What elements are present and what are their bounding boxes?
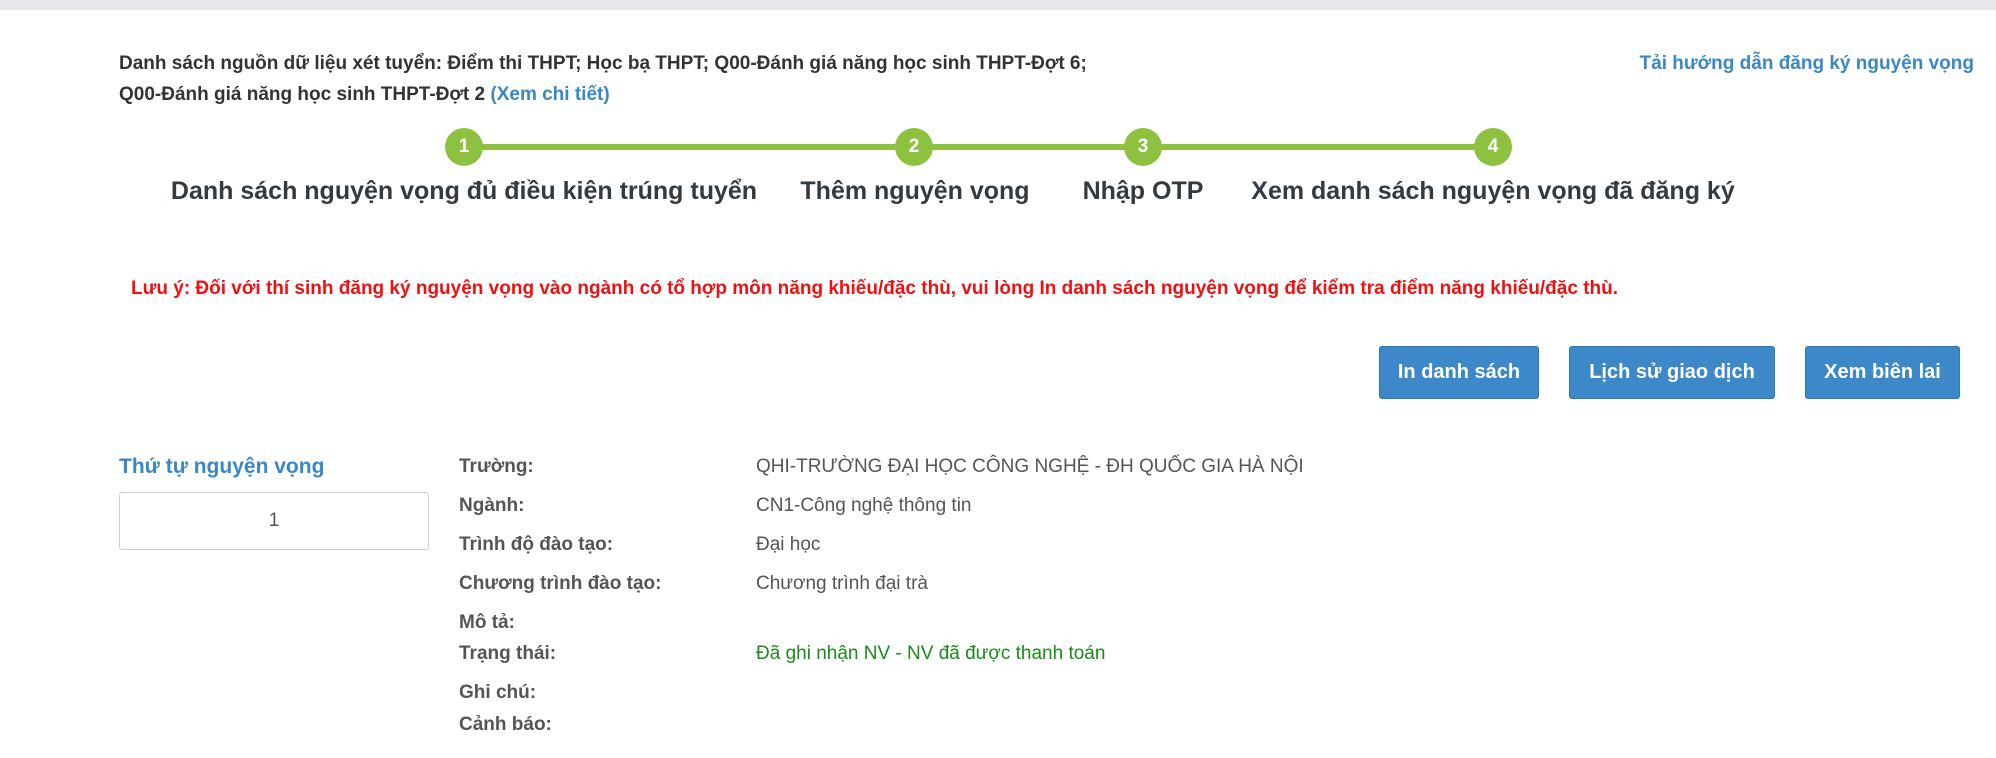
note-label: Ghi chú: — [459, 682, 537, 703]
stepper-progress-line — [464, 144, 1493, 150]
step-1-label: Danh sách nguyện vọng đủ điều kiện trúng… — [170, 177, 758, 205]
step-2-label: Thêm nguyện vọng — [800, 177, 1030, 205]
training-program-value: Chương trình đại trà — [756, 573, 928, 594]
major-value: CN1-Công nghệ thông tin — [756, 495, 972, 516]
warning-note: Lưu ý: Đối với thí sinh đăng ký nguyện v… — [131, 278, 1619, 299]
transaction-history-button[interactable]: Lịch sử giao dịch — [1569, 346, 1775, 399]
step-3-circle: 3 — [1124, 128, 1162, 166]
view-receipt-button[interactable]: Xem biên lai — [1805, 346, 1960, 399]
description-label: Mô tả: — [459, 612, 515, 633]
school-label: Trường: — [459, 456, 534, 477]
top-strip — [0, 0, 1996, 10]
registration-stepper: 1 2 3 4 Danh sách nguyện vọng đủ điều ki… — [0, 124, 1996, 214]
view-details-link[interactable]: (Xem chi tiết) — [490, 84, 609, 105]
wish-order-label: Thứ tự nguyện vọng — [119, 455, 325, 478]
download-guide-link[interactable]: Tải hướng dẫn đăng ký nguyện vọng — [1640, 48, 1974, 79]
training-level-label: Trình độ đào tạo: — [459, 534, 614, 555]
training-program-label: Chương trình đào tạo: — [459, 573, 662, 594]
wish-order-field[interactable]: 1 — [119, 492, 429, 550]
step-2-circle: 2 — [895, 128, 933, 166]
print-list-button[interactable]: In danh sách — [1379, 346, 1539, 399]
data-sources-info: Danh sách nguồn dữ liệu xét tuyển: Điểm … — [119, 48, 1099, 110]
major-label: Ngành: — [459, 495, 525, 516]
step-1-circle: 1 — [445, 128, 483, 166]
status-value: Đã ghi nhận NV - NV đã được thanh toán — [756, 643, 1106, 664]
school-value: QHI-TRƯỜNG ĐẠI HỌC CÔNG NGHỆ - ĐH QUỐC G… — [756, 456, 1304, 477]
step-4-label: Xem danh sách nguyện vọng đã đăng ký — [1251, 177, 1735, 205]
step-4-circle: 4 — [1474, 128, 1512, 166]
alert-label: Cảnh báo: — [459, 714, 552, 735]
training-level-value: Đại học — [756, 534, 821, 555]
step-3-label: Nhập OTP — [1082, 177, 1204, 205]
status-label: Trạng thái: — [459, 643, 557, 664]
